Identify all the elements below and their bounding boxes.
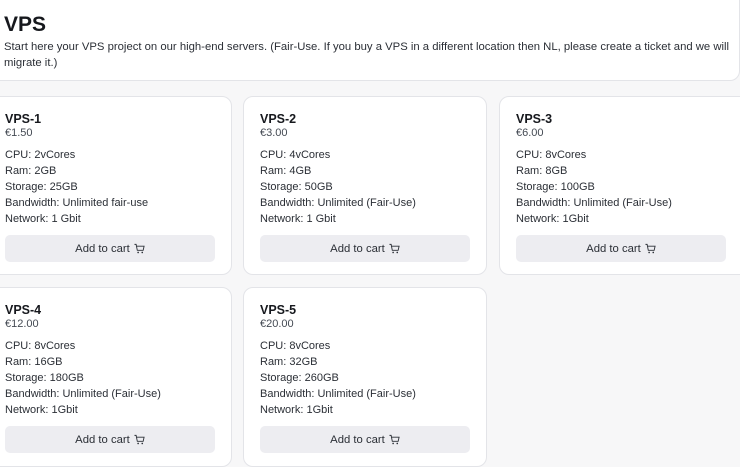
shopping-cart-icon xyxy=(389,434,400,445)
spec-storage: Storage: 100GB xyxy=(516,181,595,193)
add-to-cart-label: Add to cart xyxy=(75,433,130,446)
spec-cpu: CPU: 4vCores xyxy=(260,149,331,161)
spec-ram: Ram: 16GB xyxy=(5,356,63,368)
plan-price: €12.00 xyxy=(5,318,39,330)
add-to-cart-label: Add to cart xyxy=(586,242,641,255)
spec-list: CPU: 8vCores Ram: 8GB Storage: 100GB Ban… xyxy=(516,147,672,227)
plan-name: VPS-5 xyxy=(260,303,297,317)
spec-cpu: CPU: 2vCores xyxy=(5,149,76,161)
plan-card-vps-5: VPS-5 €20.00 CPU: 8vCores Ram: 32GB Stor… xyxy=(243,287,487,467)
plan-price: €20.00 xyxy=(260,318,294,330)
add-to-cart-button[interactable]: Add to cart xyxy=(5,426,215,453)
spec-list: CPU: 8vCores Ram: 32GB Storage: 260GB Ba… xyxy=(260,338,416,418)
plan-name: VPS-3 xyxy=(516,112,553,126)
spec-storage: Storage: 25GB xyxy=(5,181,78,193)
spec-storage: Storage: 260GB xyxy=(260,372,339,384)
add-to-cart-button[interactable]: Add to cart xyxy=(260,235,470,262)
add-to-cart-button[interactable]: Add to cart xyxy=(5,235,215,262)
plan-card-vps-4: VPS-4 €12.00 CPU: 8vCores Ram: 16GB Stor… xyxy=(0,287,232,467)
shopping-cart-icon xyxy=(134,434,145,445)
plan-price: €3.00 xyxy=(260,127,288,139)
page-description: Start here your VPS project on our high-… xyxy=(4,41,730,69)
plan-name: VPS-2 xyxy=(260,112,297,126)
spec-cpu: CPU: 8vCores xyxy=(260,340,331,352)
add-to-cart-button[interactable]: Add to cart xyxy=(516,235,726,262)
spec-list: CPU: 4vCores Ram: 4GB Storage: 50GB Band… xyxy=(260,147,416,227)
spec-ram: Ram: 4GB xyxy=(260,165,312,177)
spec-cpu: CPU: 8vCores xyxy=(516,149,587,161)
plan-price: €1.50 xyxy=(5,127,33,139)
spec-bandwidth: Bandwidth: Unlimited (Fair-Use) xyxy=(516,197,672,209)
shopping-cart-icon xyxy=(389,243,400,254)
add-to-cart-label: Add to cart xyxy=(330,433,385,446)
spec-ram: Ram: 2GB xyxy=(5,165,57,177)
add-to-cart-label: Add to cart xyxy=(75,242,130,255)
shopping-cart-icon xyxy=(134,243,145,254)
spec-storage: Storage: 180GB xyxy=(5,372,84,384)
spec-list: CPU: 8vCores Ram: 16GB Storage: 180GB Ba… xyxy=(5,338,161,418)
plan-card-vps-3: VPS-3 €6.00 CPU: 8vCores Ram: 8GB Storag… xyxy=(499,96,740,275)
plan-name: VPS-1 xyxy=(5,112,42,126)
page-title: VPS xyxy=(4,13,47,36)
plan-card-vps-2: VPS-2 €3.00 CPU: 4vCores Ram: 4GB Storag… xyxy=(243,96,487,275)
spec-cpu: CPU: 8vCores xyxy=(5,340,76,352)
spec-network: Network: 1Gbit xyxy=(5,404,78,416)
spec-network: Network: 1 Gbit xyxy=(260,213,336,225)
plan-name: VPS-4 xyxy=(5,303,42,317)
shopping-cart-icon xyxy=(645,243,656,254)
spec-ram: Ram: 8GB xyxy=(516,165,568,177)
spec-network: Network: 1Gbit xyxy=(260,404,333,416)
spec-network: Network: 1Gbit xyxy=(516,213,589,225)
add-to-cart-button[interactable]: Add to cart xyxy=(260,426,470,453)
spec-bandwidth: Bandwidth: Unlimited (Fair-Use) xyxy=(260,388,416,400)
spec-list: CPU: 2vCores Ram: 2GB Storage: 25GB Band… xyxy=(5,147,148,227)
spec-network: Network: 1 Gbit xyxy=(5,213,81,225)
spec-storage: Storage: 50GB xyxy=(260,181,333,193)
add-to-cart-label: Add to cart xyxy=(330,242,385,255)
plan-card-vps-1: VPS-1 €1.50 CPU: 2vCores Ram: 2GB Storag… xyxy=(0,96,232,275)
plan-price: €6.00 xyxy=(516,127,544,139)
spec-bandwidth: Bandwidth: Unlimited (Fair-Use) xyxy=(260,197,416,209)
spec-ram: Ram: 32GB xyxy=(260,356,318,368)
spec-bandwidth: Bandwidth: Unlimited (Fair-Use) xyxy=(5,388,161,400)
spec-bandwidth: Bandwidth: Unlimited fair-use xyxy=(5,197,149,209)
